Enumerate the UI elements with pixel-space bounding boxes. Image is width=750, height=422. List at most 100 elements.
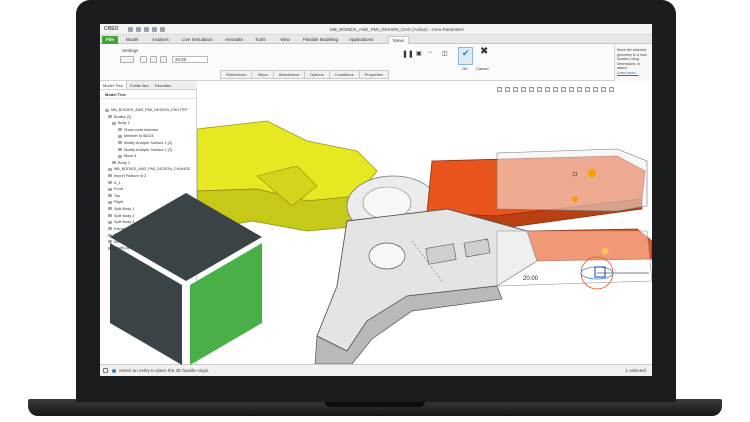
feature-icon <box>118 128 122 132</box>
display-style-icon[interactable] <box>529 87 534 92</box>
spin-center-icon[interactable] <box>569 87 574 92</box>
subtab-steps[interactable]: Steps <box>251 70 273 79</box>
message-log-icon[interactable] <box>103 368 108 373</box>
zoom-in-icon[interactable] <box>497 87 502 92</box>
feature-icon <box>118 134 122 138</box>
new-icon[interactable] <box>128 27 133 32</box>
pin-hole-upper <box>588 169 596 177</box>
tree-item[interactable]: Import Feature id 3 <box>100 173 197 180</box>
tab-view[interactable]: View <box>276 36 294 44</box>
section-icon[interactable] <box>545 87 550 92</box>
tree-item[interactable]: Move 4 <box>100 153 197 160</box>
distance-field[interactable]: 20.00 <box>172 56 208 63</box>
laptop-notch <box>325 402 425 407</box>
dimension-label[interactable]: 20.00 <box>523 276 539 282</box>
view-manager-icon[interactable] <box>585 87 590 92</box>
rotate-icon[interactable] <box>150 56 157 63</box>
appearance-icon[interactable] <box>593 87 598 92</box>
status-message: Select an entity to place the 3D handle … <box>119 368 210 373</box>
window-title: MB_BODIES_AND_PMI_DESIGN_CHG (Active) - … <box>330 27 465 32</box>
model-tree-header[interactable]: Model Tree <box>100 90 197 99</box>
translate-icon[interactable] <box>160 56 167 63</box>
tree-item[interactable]: MB_BODIES_AND_PMI_DESIGN_CHG.PRT <box>100 107 197 114</box>
graphics-filter-icon[interactable] <box>609 87 614 92</box>
tab-tools[interactable]: Tools <box>251 36 270 44</box>
tree-item[interactable]: Modify Analytic Surface 1 [2] <box>100 140 197 147</box>
view-toolbar <box>497 87 614 92</box>
selection-count[interactable]: 1 selected <box>625 368 646 373</box>
move-icon <box>118 154 122 158</box>
open-icon[interactable] <box>136 27 141 32</box>
subtab-properties[interactable]: Properties <box>358 70 389 79</box>
tree-item[interactable]: Body 1 <box>100 120 197 127</box>
annotation-display-icon[interactable] <box>561 87 566 92</box>
undo-icon[interactable] <box>152 27 157 32</box>
pause-icon[interactable]: ❚❚ <box>402 50 414 58</box>
tab-live-simulation[interactable]: Live Simulation <box>178 36 217 44</box>
folder-icon <box>108 167 112 171</box>
verify-icon[interactable]: ◫ <box>442 50 448 57</box>
tab-analysis[interactable]: Analysis <box>148 36 173 44</box>
ok-button[interactable]: ✔ <box>458 47 473 65</box>
tree-item[interactable]: Front <box>100 186 197 193</box>
glasses-icon[interactable]: ◦◦ <box>428 50 432 56</box>
tree-item[interactable]: A_1 <box>100 180 197 187</box>
subtab-attachment[interactable]: Attachment <box>272 70 304 79</box>
plane-icon <box>108 187 112 191</box>
tab-folder-browser[interactable]: Folder Bro <box>127 81 152 89</box>
axis-icon <box>108 181 112 185</box>
move-type-dropdown[interactable] <box>120 56 134 63</box>
ribbon-panel: Settings 20.00 References Steps Attachme… <box>100 44 614 81</box>
tree-item[interactable]: Bodies (2) <box>100 114 197 121</box>
tree-item[interactable]: Modify Analytic Surface 1 [2] <box>100 147 197 154</box>
tree-item[interactable]: Member id 56224 <box>100 133 197 140</box>
checkmark-icon: ✔ <box>462 48 470 58</box>
tree-item[interactable]: Show more features <box>100 127 197 134</box>
subtab-conditions[interactable]: Conditions <box>328 70 359 79</box>
tab-annotate[interactable]: Annotate <box>221 36 247 44</box>
learn-more-link[interactable]: Learn more... <box>617 71 650 76</box>
pin-hole-upper-2 <box>572 196 578 202</box>
redo-icon[interactable] <box>160 27 165 32</box>
tab-model-tree[interactable]: Model Tree <box>100 81 128 89</box>
orange-arm-overlay <box>496 148 648 212</box>
ok-label: OK <box>462 66 468 71</box>
layers-icon[interactable] <box>601 87 606 92</box>
feature-icon <box>118 148 122 152</box>
tab-flexible-modeling[interactable]: Flexible Modeling <box>299 36 342 44</box>
cancel-label: Cancel <box>476 66 489 71</box>
status-bar: Select an entity to place the 3D handle … <box>100 364 652 376</box>
tab-applications[interactable]: Applications <box>345 36 377 44</box>
part-icon <box>105 108 109 112</box>
cancel-icon[interactable]: ✖ <box>480 46 488 57</box>
stage: CREO MB_BODIES_AND_PMI_DESIGN_CHG (Activ… <box>0 0 750 422</box>
zoom-out-icon[interactable] <box>505 87 510 92</box>
tab-favorites[interactable]: Favorites <box>152 81 174 89</box>
subtab-references[interactable]: References <box>220 70 252 79</box>
handle-icon[interactable] <box>140 56 147 63</box>
settings-label: Settings <box>122 48 139 53</box>
distance-value: 20.00 <box>175 57 187 62</box>
feature-icon <box>118 141 122 145</box>
saved-views-icon[interactable] <box>537 87 542 92</box>
bracket-bore <box>368 242 406 270</box>
tab-move[interactable]: Move <box>388 36 410 44</box>
dashboard-subtabs: References Steps Attachment Options Cond… <box>220 70 389 79</box>
tree-item[interactable]: MB_BODIES_AND_PMI_DESIGN_CHANGE <box>100 166 197 173</box>
info-icon <box>112 369 116 373</box>
import-icon <box>108 174 112 178</box>
folder-icon <box>108 115 112 119</box>
save-icon[interactable] <box>144 27 149 32</box>
help-panel: Move the selected geometry to a new loca… <box>614 44 652 81</box>
tab-model[interactable]: Model <box>122 36 142 44</box>
tree-item[interactable]: Body 2 <box>100 160 197 167</box>
subtab-options[interactable]: Options <box>303 70 329 79</box>
datum-display-icon[interactable] <box>553 87 558 92</box>
perspective-icon[interactable] <box>577 87 582 92</box>
graphics-viewport[interactable]: 20.00 <box>197 81 652 364</box>
cube-logo <box>110 193 262 365</box>
tab-file[interactable]: File <box>102 36 118 44</box>
preview-icon[interactable]: ▣ <box>416 50 422 57</box>
repaint-icon[interactable] <box>521 87 526 92</box>
refit-icon[interactable] <box>513 87 518 92</box>
